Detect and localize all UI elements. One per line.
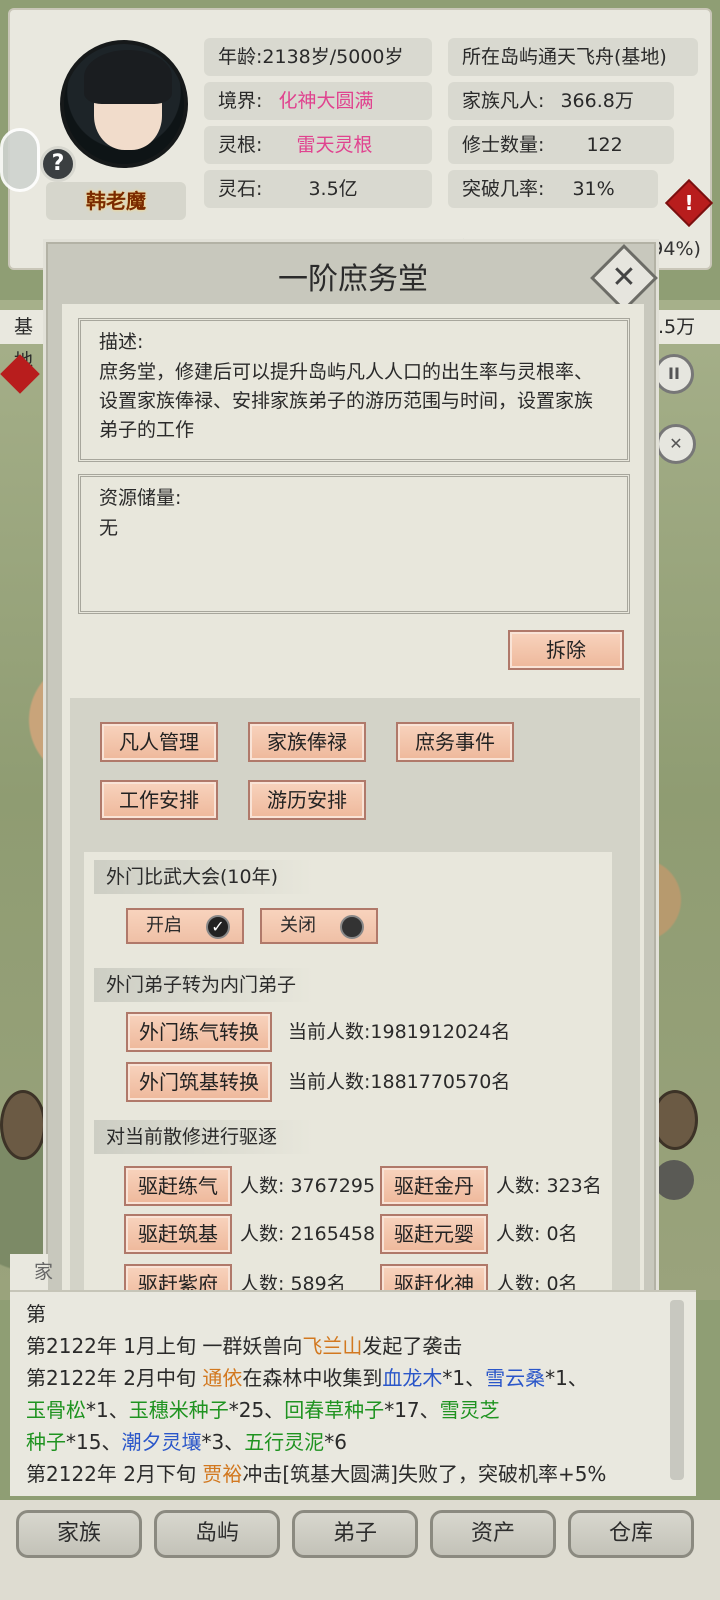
right-side-icon[interactable] (652, 1090, 698, 1150)
stones-value: 3.5亿 (308, 178, 358, 200)
breakthrough-stat: 突破几率: 31% (448, 170, 658, 208)
gear-icon[interactable] (654, 1160, 694, 1200)
root-stat: 灵根: 雷天灵根 (204, 126, 432, 164)
dialog-body: 描述: 庶务堂，修建后可以提升岛屿凡人人口的出生率与灵根率、设置家族俸禄、安排家… (62, 304, 644, 1326)
expel-header: 对当前散修进行驱逐 (94, 1120, 314, 1154)
expel-qi-button[interactable]: 驱赶练气 (124, 1166, 232, 1206)
log-line: 种子*15、潮夕灵壤*3、五行灵泥*6 (26, 1430, 347, 1454)
age-stat: 年龄:2138岁/5000岁 (204, 38, 432, 76)
map-alert-icon[interactable] (0, 354, 40, 394)
mortals-value: 366.8万 (560, 90, 634, 112)
avatar-hair (84, 50, 172, 104)
expel-golden-core-button[interactable]: 驱赶金丹 (380, 1166, 488, 1206)
breakthrough-value: 31% (572, 178, 615, 200)
promote-qi-button[interactable]: 外门练气转换 (126, 1012, 272, 1052)
close-icon: ✕ (611, 260, 637, 295)
pause-icon[interactable]: II (654, 354, 694, 394)
dialog-title: 一阶庶务堂 (278, 262, 428, 297)
expel-foundation-count: 人数: 2165458 (240, 1223, 376, 1245)
resource-label: 资源储量: (99, 487, 182, 509)
nav-warehouse[interactable]: 仓库 (568, 1510, 694, 1558)
building-dialog: 一阶庶务堂 ✕ 描述: 庶务堂，修建后可以提升岛屿凡人人口的出生率与灵根率、设置… (46, 242, 658, 1340)
cultivators-stat: 修士数量: 122 (448, 126, 674, 164)
nav-assets[interactable]: 资产 (430, 1510, 556, 1558)
description-label: 描述: (99, 331, 144, 353)
mortal-management-button[interactable]: 凡人管理 (100, 722, 218, 762)
avatar[interactable] (60, 40, 188, 168)
warning-glyph: ! (684, 191, 694, 215)
log-scrollbar[interactable] (670, 1300, 684, 1480)
help-icon[interactable]: ? (40, 146, 76, 182)
tournament-off-toggle[interactable]: 关闭 (260, 908, 378, 944)
island-stat: 所在岛屿通天飞舟(基地) (448, 38, 698, 76)
cultivators-label: 修士数量: (462, 134, 545, 156)
event-log[interactable]: 第 第2122年 1月上旬 一群妖兽向飞兰山发起了袭击 第2122年 2月中旬 … (10, 1290, 696, 1496)
log-line: 第2122年 1月上旬 一群妖兽向飞兰山发起了袭击 (26, 1334, 463, 1358)
character-name: 韩老魔 (46, 182, 186, 220)
breakthrough-label: 突破几率: (462, 178, 545, 200)
warning-icon[interactable]: ! (664, 178, 714, 228)
unchecked-icon (340, 915, 364, 939)
expel-golden-core-count: 人数: 323名 (496, 1175, 602, 1197)
cultivators-value: 122 (586, 134, 623, 156)
tournament-on-toggle[interactable]: 开启 ✓ (126, 908, 244, 944)
sect-settings-panel: 外门比武大会(10年) 开启 ✓ 关闭 外门弟子转为内门弟子 外门练气转换 当前… (84, 852, 612, 1320)
bottom-nav: 家族 岛屿 弟子 资产 仓库 (0, 1500, 720, 1600)
stones-stat: 灵石: 3.5亿 (204, 170, 432, 208)
nav-family[interactable]: 家族 (16, 1510, 142, 1558)
family-salary-button[interactable]: 家族俸禄 (248, 722, 366, 762)
root-label: 灵根: (218, 134, 263, 156)
realm-stat: 境界: 化神大圆满 (204, 82, 432, 120)
expel-nascent-soul-button[interactable]: 驱赶元婴 (380, 1214, 488, 1254)
map-tab-value: .5万 (654, 310, 720, 344)
expel-qi-count: 人数: 3767295 (240, 1175, 376, 1197)
description-box: 描述: 庶务堂，修建后可以提升岛屿凡人人口的出生率与灵根率、设置家族俸禄、安排家… (78, 318, 630, 462)
affairs-event-button[interactable]: 庶务事件 (396, 722, 514, 762)
description-text: 庶务堂，修建后可以提升岛屿凡人人口的出生率与灵根率、设置家族俸禄、安排家族弟子的… (99, 361, 594, 441)
expel-foundation-button[interactable]: 驱赶筑基 (124, 1214, 232, 1254)
work-arrangement-button[interactable]: 工作安排 (100, 780, 218, 820)
log-tab[interactable]: 家 (10, 1254, 53, 1290)
root-value: 雷天灵根 (296, 134, 373, 156)
map-tab-base[interactable]: 基地 (0, 310, 48, 372)
pause-toggle[interactable] (0, 128, 40, 192)
promote-qi-count: 当前人数:1981912024名 (288, 1021, 511, 1043)
map-close-icon[interactable]: ✕ (647, 415, 705, 473)
toggle-off-label: 关闭 (280, 915, 316, 936)
promote-header: 外门弟子转为内门弟子 (94, 968, 314, 1002)
mortals-stat: 家族凡人: 366.8万 (448, 82, 674, 120)
left-side-icon[interactable] (0, 1090, 46, 1160)
realm-label: 境界: (218, 90, 263, 112)
travel-arrangement-button[interactable]: 游历安排 (248, 780, 366, 820)
toggle-on-label: 开启 (146, 915, 182, 936)
log-line: 玉骨松*1、玉穗米种子*25、回春草种子*17、雪灵芝 (26, 1398, 500, 1422)
mortals-label: 家族凡人: (462, 90, 545, 112)
log-line: 第2122年 2月下旬 贾裕冲击[筑基大圆满]失败了，突破机率+5% (26, 1462, 607, 1486)
resource-value: 无 (99, 517, 119, 539)
status-panel: ? 韩老魔 年龄:2138岁/5000岁 境界: 化神大圆满 灵根: 雷天灵根 … (0, 8, 714, 270)
promote-foundation-button[interactable]: 外门筑基转换 (126, 1062, 272, 1102)
resource-box: 资源储量: 无 (78, 474, 630, 614)
log-line-partial: 第 (26, 1302, 46, 1326)
checked-icon: ✓ (206, 915, 230, 939)
nav-island[interactable]: 岛屿 (154, 1510, 280, 1558)
log-line: 第2122年 2月中旬 通依在森林中收集到血龙木*1、雪云桑*1、 (26, 1366, 588, 1390)
nav-disciples[interactable]: 弟子 (292, 1510, 418, 1558)
expel-nascent-soul-count: 人数: 0名 (496, 1223, 578, 1245)
promote-foundation-count: 当前人数:1881770570名 (288, 1071, 511, 1093)
tournament-header: 外门比武大会(10年) (94, 860, 314, 894)
stones-label: 灵石: (218, 178, 263, 200)
realm-value: 化神大圆满 (278, 90, 374, 112)
demolish-button[interactable]: 拆除 (508, 630, 624, 670)
